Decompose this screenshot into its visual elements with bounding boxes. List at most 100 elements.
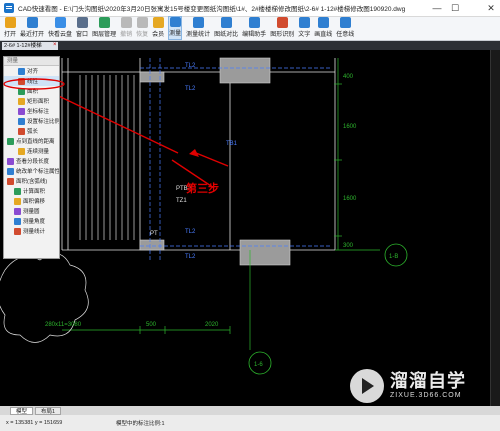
measure-item-label: 查看分段长度 — [16, 159, 50, 165]
document-tab-label: 2-6# 1-12#楼梯 — [4, 43, 42, 49]
toolbar-button-label: 任意线 — [336, 32, 355, 38]
measure-item-scale[interactable]: 设置标注比例 — [4, 116, 59, 126]
measure-item-label: 面积偏移 — [23, 199, 46, 205]
toolbar-button-line[interactable]: 画直线 — [314, 16, 332, 40]
rect-area-icon — [18, 97, 25, 105]
status-coordinates: x = 135381 y = 151659 — [6, 420, 63, 426]
undo-icon — [120, 17, 132, 28]
cloud-icon — [54, 17, 66, 28]
toolbar-button-shape-recognition[interactable]: 图形识别 — [270, 16, 294, 40]
measure-icon — [169, 17, 181, 27]
toolbar-button-measure-stats[interactable]: 测量统计 — [186, 16, 210, 40]
measure-item-circle[interactable]: 测量圆 — [4, 206, 59, 216]
toolbar-button-cloud[interactable]: 快看云盘 — [48, 16, 72, 40]
measure-item-label: 连续测量 — [27, 149, 50, 155]
highlight-ellipse — [3, 78, 65, 90]
measure-item-label: 测量角度 — [23, 219, 46, 225]
toolbar-button-label: 编辑助手 — [242, 32, 267, 38]
toolbar-button-label: 图纸对比 — [214, 32, 239, 38]
window-icon — [76, 17, 88, 28]
layout-tab-strip: 模型 布局1 — [0, 406, 500, 415]
measure-item-line-count[interactable]: 测量线计 — [4, 226, 59, 236]
measure-panel: 测量 对齐 线性 面积 矩形面积 坐标标注 设置标注比例 弧长 点到直线的距离 连续测量 查看分段… — [3, 56, 65, 259]
measure-item-label: 测量圆 — [23, 209, 40, 215]
main-toolbar: 打开 最近打开 快看云盘 窗口 图层管理 撤销 恢复 会员 测量 测量统计 图纸对比 编辑助手 图形识别… — [0, 16, 500, 41]
minimize-button[interactable]: — — [428, 0, 446, 17]
toolbar-button-label: 快看云盘 — [48, 32, 73, 38]
measure-item-modify[interactable]: 统改单个标注属性 — [4, 166, 59, 176]
app-logo-icon — [4, 3, 14, 13]
toolbar-button-label: 最近打开 — [20, 32, 45, 38]
svg-text:PT: PT — [150, 231, 158, 237]
svg-text:500: 500 — [146, 322, 157, 328]
measure-item-rect-area[interactable]: 矩形面积 — [4, 96, 59, 106]
recent-icon — [26, 17, 38, 28]
toolbar-button-window[interactable]: 窗口 — [76, 16, 88, 40]
toolbar-button-recent[interactable]: 最近打开 — [20, 16, 44, 40]
measure-item-label: 坐标标注 — [27, 109, 50, 115]
compare-icon — [220, 17, 232, 28]
folder-icon — [4, 17, 16, 28]
svg-text:TL2: TL2 — [185, 63, 196, 69]
toolbar-button-label: 会员 — [152, 32, 165, 38]
toolbar-button-measure[interactable]: 测量 — [168, 16, 183, 40]
svg-text:TB1: TB1 — [226, 141, 238, 147]
toolbar-button-text[interactable]: 文字 — [298, 16, 310, 40]
measure-item-angle[interactable]: 测量角度 — [4, 216, 59, 226]
measure-item-continuous[interactable]: 连续测量 — [4, 146, 59, 156]
toolbar-button-label: 测量统计 — [186, 32, 211, 38]
toolbar-button-edit-assistant[interactable]: 编辑助手 — [242, 16, 266, 40]
toolbar-button-compare[interactable]: 图纸对比 — [214, 16, 238, 40]
point-line-icon — [7, 137, 14, 145]
tab-layout1[interactable]: 布局1 — [35, 406, 62, 415]
watermark-url: ZIXUE.3D66.COM — [390, 392, 462, 399]
toolbar-button-vip[interactable]: 会员 — [152, 16, 164, 40]
line-count-icon — [14, 227, 21, 235]
toolbar-button-label: 测量 — [169, 31, 182, 37]
toolbar-button-label: 撤销 — [120, 32, 133, 38]
svg-text:TZ1: TZ1 — [176, 198, 187, 204]
measure-item-point-line[interactable]: 点到直线的距离 — [4, 136, 59, 146]
toolbar-button-label: 窗口 — [76, 32, 89, 38]
toolbar-button-label: 文字 — [298, 32, 311, 38]
toolbar-button-folder[interactable]: 打开 — [4, 16, 16, 40]
measure-item-label: 统改单个标注属性 — [16, 169, 59, 175]
toolbar-button-undo[interactable]: 撤销 — [120, 16, 132, 40]
toolbar-button-freeline[interactable]: 任意线 — [336, 16, 354, 40]
measure-item-arc-area[interactable]: 面积(含弧线) — [4, 176, 59, 186]
svg-text:280x11=3080: 280x11=3080 — [45, 322, 82, 328]
svg-text:TL2: TL2 — [185, 86, 196, 92]
segment-icon — [7, 157, 14, 165]
toolbar-button-layers[interactable]: 图层管理 — [92, 16, 116, 40]
measure-item-coordinate[interactable]: 坐标标注 — [4, 106, 59, 116]
tab-model[interactable]: 模型 — [10, 406, 34, 415]
drawing-canvas[interactable]: TL2 TL2 TB1 TL2 TL2 PTB2 TZ1 PT 400 1600… — [0, 50, 500, 406]
cad-drawing: TL2 TL2 TB1 TL2 TL2 PTB2 TZ1 PT 400 1600… — [0, 50, 500, 406]
line-icon — [317, 17, 329, 28]
modify-icon — [7, 167, 14, 175]
measure-item-offset[interactable]: 面积偏移 — [4, 196, 59, 206]
title-bar: CAD快速看图 - E:\门头沟图纸\2020年3月20日张寓发15号楼变更图纸… — [0, 0, 500, 17]
measure-item-calc-area[interactable]: 计算面积 — [4, 186, 59, 196]
scale-icon — [18, 117, 25, 125]
toolbar-button-redo[interactable]: 恢复 — [136, 16, 148, 40]
svg-text:400: 400 — [343, 74, 354, 80]
text-icon — [298, 17, 310, 28]
toolbar-button-label: 画直线 — [314, 32, 333, 38]
angle-icon — [14, 217, 21, 225]
svg-text:1-B: 1-B — [389, 254, 398, 260]
close-button[interactable]: ✕ — [482, 0, 500, 17]
shape-recognition-icon — [276, 17, 288, 28]
redo-icon — [136, 17, 148, 28]
measure-item-align[interactable]: 对齐 — [4, 66, 59, 76]
measure-item-label: 矩形面积 — [27, 99, 50, 105]
maximize-button[interactable]: ☐ — [446, 0, 464, 17]
measure-item-segment[interactable]: 查看分段长度 — [4, 156, 59, 166]
document-tab-close-icon[interactable]: × — [53, 41, 57, 49]
measure-item-arc[interactable]: 弧长 — [4, 126, 59, 136]
document-tab[interactable]: 2-6# 1-12#楼梯 — [2, 42, 58, 50]
measure-stats-icon — [192, 17, 204, 28]
vip-icon — [152, 17, 164, 28]
layers-icon — [98, 17, 110, 28]
watermark-name: 溜溜自学 — [390, 371, 466, 391]
